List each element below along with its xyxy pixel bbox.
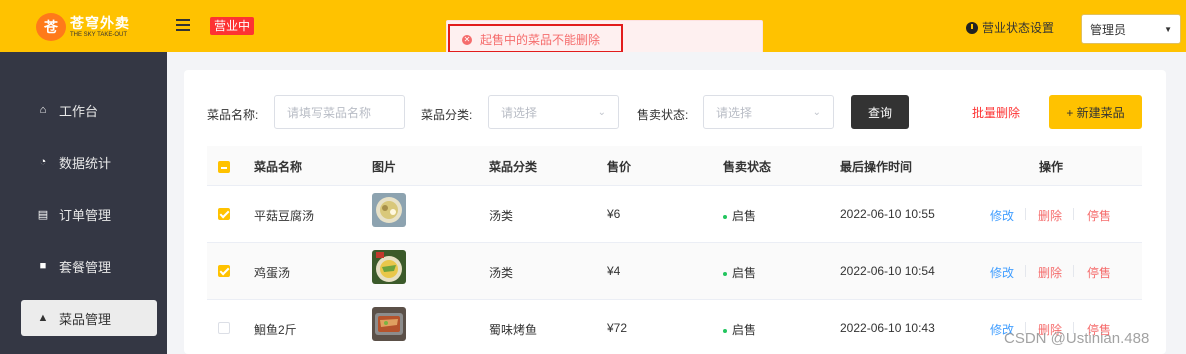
header-price: 售价: [607, 160, 632, 174]
status-dot-icon: [723, 328, 727, 333]
dish-updated-time: 2022-06-10 10:43: [840, 321, 935, 335]
row-checkbox[interactable]: [218, 208, 230, 220]
action-divider: [1025, 265, 1026, 277]
row-checkbox[interactable]: [218, 322, 230, 334]
dish-updated-time: 2022-06-10 10:54: [840, 264, 935, 278]
clipboard-icon: ▤: [37, 208, 49, 221]
header-time: 最后操作时间: [840, 160, 913, 174]
sidebar-item-label: 工作台: [59, 103, 99, 119]
sidebar-item-dashboard[interactable]: ⌂ 工作台: [21, 92, 157, 128]
dish-category: 蜀味烤鱼: [489, 323, 538, 337]
dish-status: 启售: [723, 321, 756, 338]
delete-link[interactable]: 删除: [1038, 264, 1062, 281]
query-button[interactable]: 查询: [851, 95, 909, 129]
dish-name: 鸡蛋汤: [254, 266, 291, 280]
toast-message: 起售中的菜品不能删除: [480, 33, 601, 47]
dish-icon: ▲: [37, 312, 49, 324]
store-status-settings[interactable]: 营业状态设置: [966, 19, 1054, 36]
name-filter-label: 菜品名称:: [207, 108, 259, 122]
error-icon: ✕: [462, 34, 472, 45]
chevron-down-icon: ⌄: [812, 106, 821, 118]
status-select[interactable]: 请选择 ⌄: [703, 95, 834, 129]
status-badge: 营业中: [210, 17, 255, 35]
batch-delete-button[interactable]: 批量删除: [972, 104, 1020, 121]
dish-price: ¥4: [607, 264, 621, 278]
header-category: 菜品分类: [489, 160, 538, 174]
dish-price: ¥6: [607, 207, 621, 221]
dish-updated-time: 2022-06-10 10:55: [840, 207, 935, 221]
dish-status: 启售: [723, 264, 756, 281]
dish-image: [372, 193, 406, 227]
status-dot-icon: [723, 214, 727, 219]
sidebar-item-dishes[interactable]: ▲ 菜品管理: [21, 300, 157, 336]
dish-image: [372, 250, 406, 284]
edit-link[interactable]: 修改: [990, 264, 1014, 281]
dish-image: [372, 307, 406, 341]
stop-sale-link[interactable]: 停售: [1087, 207, 1111, 224]
dish-status: 启售: [723, 207, 756, 224]
name-search-input[interactable]: 请填写菜品名称: [274, 95, 405, 129]
chevron-down-icon: ⌄: [597, 106, 606, 118]
chart-icon: ◔: [39, 156, 47, 168]
dish-name: 鮰鱼2斤: [254, 323, 297, 337]
header-actions: 操作: [1039, 160, 1064, 174]
add-dish-button[interactable]: + 新建菜品: [1049, 95, 1142, 129]
dish-category: 汤类: [489, 209, 514, 223]
logo: 苍 苍穹外卖 THE SKY TAKE-OUT: [36, 11, 142, 43]
action-divider: [1073, 208, 1074, 220]
sidebar-item-label: 菜品管理: [59, 311, 112, 327]
header-image: 图片: [372, 160, 397, 174]
dish-category: 汤类: [489, 266, 514, 280]
sidebar-item-label: 订单管理: [59, 207, 112, 223]
user-menu-select[interactable]: 管理员 ▼: [1081, 14, 1181, 44]
gift-icon: ■: [39, 260, 47, 272]
status-filter-label: 售卖状态:: [637, 108, 689, 122]
logo-subtitle: THE SKY TAKE-OUT: [70, 31, 128, 38]
dish-name: 平菇豆腐汤: [254, 209, 315, 223]
select-all-checkbox[interactable]: [218, 161, 230, 173]
edit-link[interactable]: 修改: [990, 207, 1014, 224]
watermark: CSDN @Ustinian.488: [1004, 330, 1150, 347]
delete-link[interactable]: 删除: [1038, 207, 1062, 224]
sidebar-item-orders[interactable]: ▤ 订单管理: [21, 196, 157, 232]
dish-price: ¥72: [607, 321, 628, 335]
menu-collapse-icon[interactable]: [176, 19, 190, 33]
home-icon: ⌂: [39, 104, 47, 116]
action-divider: [1073, 265, 1074, 277]
logo-title: 苍穹外卖: [70, 14, 130, 31]
clock-icon: [966, 21, 978, 34]
action-divider: [1025, 208, 1026, 220]
header-name: 菜品名称: [254, 160, 303, 174]
sidebar-item-label: 套餐管理: [59, 259, 112, 275]
header-status: 售卖状态: [723, 160, 772, 174]
caret-down-icon: ▼: [1164, 24, 1172, 34]
stop-sale-link[interactable]: 停售: [1087, 264, 1111, 281]
table-header: [207, 146, 1142, 186]
row-checkbox[interactable]: [218, 265, 230, 277]
sidebar-item-setmeal[interactable]: ■ 套餐管理: [21, 248, 157, 284]
sidebar-item-statistics[interactable]: ◔ 数据统计: [21, 144, 157, 180]
category-filter-label: 菜品分类:: [421, 108, 473, 122]
status-dot-icon: [723, 271, 727, 276]
user-name: 管理员: [1090, 22, 1127, 37]
store-status-label: 营业状态设置: [982, 21, 1055, 35]
category-select[interactable]: 请选择 ⌄: [488, 95, 619, 129]
sidebar-item-label: 数据统计: [59, 155, 112, 171]
logo-mark-icon: 苍: [36, 13, 66, 41]
